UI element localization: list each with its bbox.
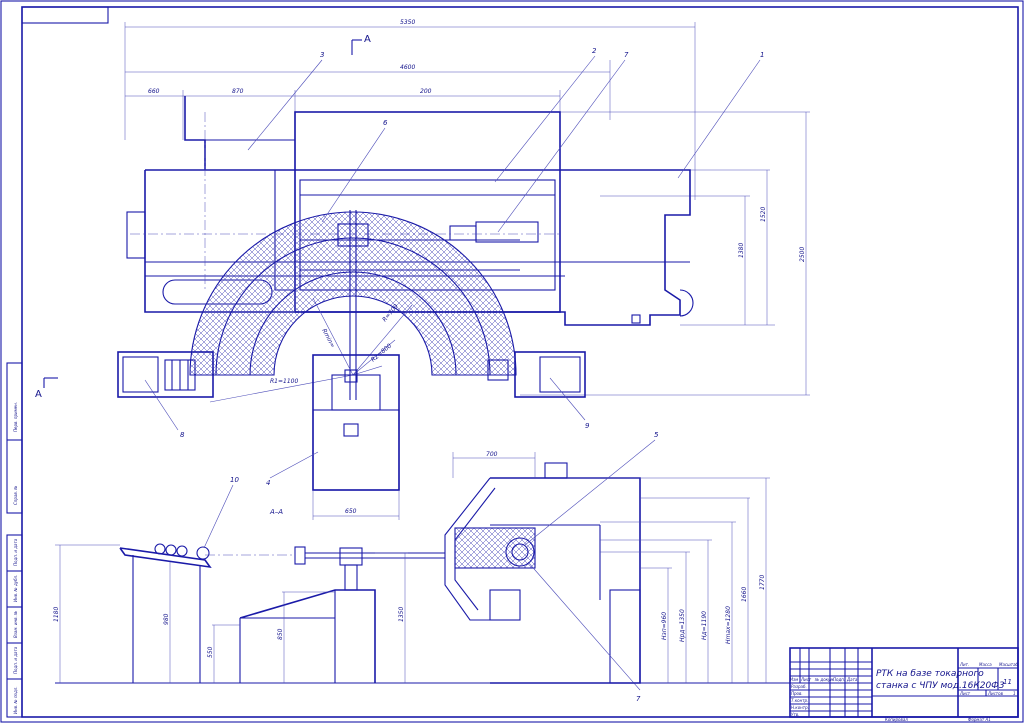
section-mark-left: А: [35, 389, 42, 400]
row-prov: Пров.: [791, 691, 803, 696]
dimension-850: 850: [277, 628, 284, 640]
dimension-980: 980: [163, 613, 170, 625]
row-tkontr: Т.контр.: [791, 698, 808, 703]
dimension-4600: 4600: [400, 64, 415, 71]
sheet-number: 11: [1003, 678, 1012, 686]
side-stamp-label: Перв. примен.: [13, 402, 18, 432]
dimension-hd: Hд=1190: [701, 611, 708, 640]
col-sign: Подп.: [833, 677, 845, 682]
dimension-1770: 1770: [759, 575, 766, 590]
dimension-hrd: Hрд=1350: [679, 609, 686, 642]
position-label: 9: [585, 422, 590, 430]
dimension-870: 870: [232, 88, 244, 95]
position-label: 3: [320, 51, 324, 59]
row-razrab: Разраб.: [791, 684, 807, 689]
dimension-550: 550: [207, 646, 214, 658]
dimension-r2: R2=800: [370, 342, 393, 363]
sheets-label: Листов: [987, 691, 1004, 696]
copied-label: Копировал: [885, 717, 908, 722]
dimension-1660: 1660: [741, 587, 748, 602]
side-stamp-label: Подп. и дата: [13, 646, 18, 674]
position-label: 10: [230, 476, 239, 484]
position-label: 2: [592, 47, 597, 55]
col-izm: Изм: [790, 677, 798, 682]
scale-label: Масштаб: [999, 662, 1019, 667]
format-label: Формат А1: [968, 717, 991, 722]
dimension-r1: R1=1100: [270, 378, 298, 385]
position-label: 1: [760, 51, 764, 59]
col-doc: № докум.: [814, 677, 835, 682]
plan-view: 5350 4600 660 870 200 1380 1520 2500 R1=…: [35, 19, 810, 520]
dimension-660: 660: [148, 88, 160, 95]
position-label: 4: [266, 479, 270, 487]
sheets-value: 1: [1013, 691, 1016, 696]
dimension-1350: 1350: [398, 607, 405, 622]
side-stamp: Перв. примен. Справ. № Подп. и дата Инв.…: [6, 362, 23, 718]
title-block: Изм Лист № докум. Подп. Дата Разраб. Про…: [789, 647, 1019, 722]
mass-label: Масса: [979, 662, 992, 667]
dimension-650: 650: [345, 508, 357, 515]
side-stamp-label: Инв. № дубл.: [13, 575, 18, 602]
position-label: 6: [383, 119, 388, 127]
dimension-2500: 2500: [799, 247, 806, 262]
col-date: Дата: [846, 677, 858, 682]
drawing-title-line1: РТК на базе токарного: [876, 669, 984, 679]
row-nkontr: Н.контр.: [791, 705, 809, 710]
dimension-hzp: Hзп=960: [661, 612, 668, 640]
section-mark-top: А: [364, 34, 371, 45]
dimension-1520: 1520: [760, 207, 767, 222]
col-list: Лист: [800, 677, 812, 682]
drawing-title-line2: станка с ЧПУ мод.16К20Ф3: [876, 681, 1005, 691]
dimension-200: 200: [420, 88, 432, 95]
dimension-hmax: Hmax=1280: [725, 606, 732, 644]
sheet-label: Лист: [959, 691, 971, 696]
position-label: 5: [654, 431, 659, 439]
assembly-drawing: Перв. примен. Справ. № Подп. и дата Инв.…: [0, 0, 1024, 723]
side-stamp-label: Взам. инв. №: [13, 611, 18, 638]
position-label: 7: [636, 695, 641, 703]
side-stamp-label: Справ. №: [13, 486, 18, 505]
position-label: 8: [180, 431, 185, 439]
side-stamp-label: Инв. № подл.: [13, 686, 18, 714]
dimension-700: 700: [486, 451, 498, 458]
position-label: 7: [624, 51, 629, 59]
dimension-1380: 1380: [738, 243, 745, 258]
section-view: А–А 10 5 7 700 1180 980 550 850 1350 Hзп…: [53, 431, 790, 703]
lit-label: Лит.: [959, 662, 969, 667]
side-stamp-label: Подп. и дата: [13, 538, 18, 566]
section-label: А–А: [269, 508, 283, 516]
dimension-5350: 5350: [400, 19, 415, 26]
dimension-1180: 1180: [53, 607, 60, 622]
row-utv: Утв.: [791, 712, 799, 717]
